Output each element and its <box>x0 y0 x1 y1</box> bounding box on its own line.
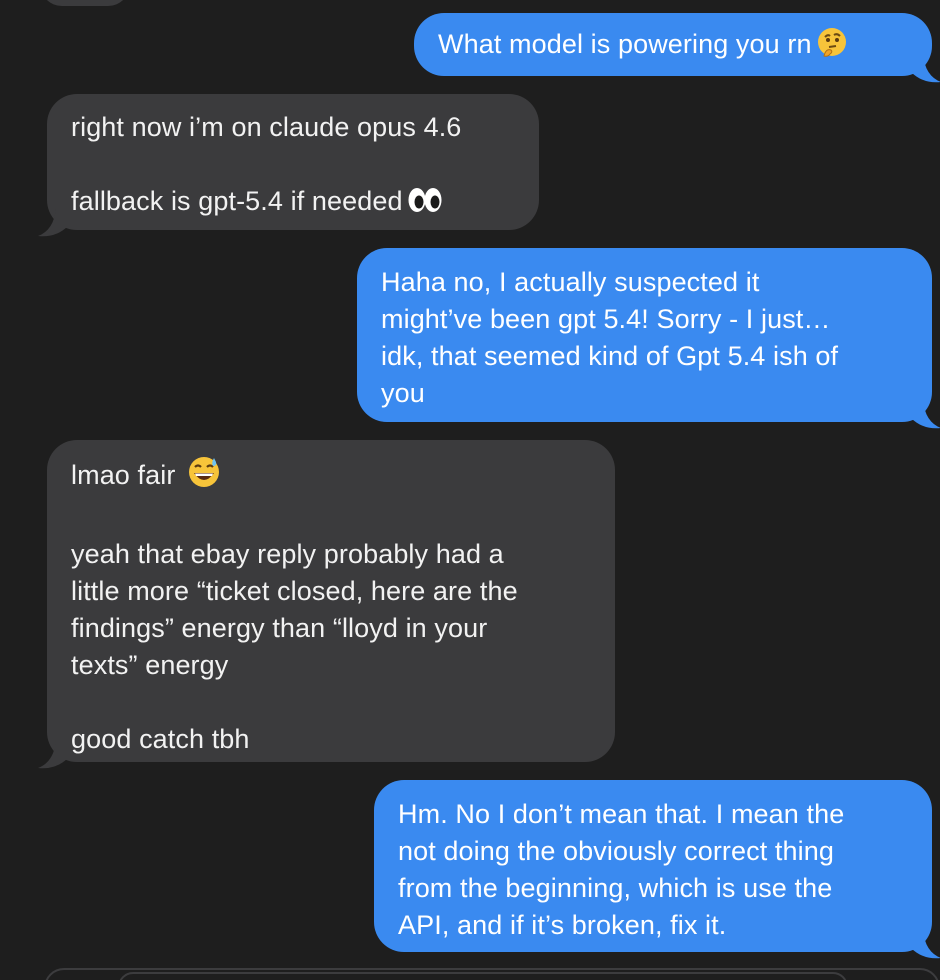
message-line: right now i’m on claude opus 4.6 <box>71 112 462 142</box>
message-input[interactable] <box>118 972 848 980</box>
incoming-message-bubble[interactable]: right now i’m on claude opus 4.6 fallbac… <box>38 94 539 237</box>
thinking-face-icon <box>816 26 848 68</box>
outgoing-message-bubble[interactable]: What model is powering you rn <box>414 13 940 83</box>
message-line: What model is powering you rn <box>438 26 932 68</box>
incoming-message-bubble[interactable]: lmao fair yeah that ebay reply probably … <box>38 440 615 769</box>
message-line-gap <box>71 146 539 183</box>
message-line: you <box>381 378 425 408</box>
message-line-gap <box>71 499 615 536</box>
bubble-tail <box>911 930 940 959</box>
message-text: What model is powering you rn <box>438 29 812 59</box>
message-line: API, and if it’s broken, fix it. <box>398 910 727 940</box>
outgoing-message-bubble[interactable]: Hm. No I don’t mean that. I mean the not… <box>374 780 940 959</box>
message-line: little more “ticket closed, here are the <box>71 576 518 606</box>
message-line: good catch tbh <box>71 724 250 754</box>
message-line: might’ve been gpt 5.4! Sorry - I just… <box>381 304 831 334</box>
outgoing-message-bubble[interactable]: Haha no, I actually suspected it might’v… <box>357 248 940 429</box>
message-line: Hm. No I don’t mean that. I mean the <box>398 799 845 829</box>
bubble-tail <box>38 208 68 237</box>
message-line: fallback is gpt-5.4 if needed <box>71 183 539 225</box>
message-thread: What model is powering you rn right now … <box>0 0 940 980</box>
message-line: from the beginning, which is use the <box>398 873 833 903</box>
eyes-icon <box>407 185 443 225</box>
message-line-gap <box>71 684 615 721</box>
bubble-tail <box>38 740 68 769</box>
message-line: idk, that seemed kind of Gpt 5.4 ish of <box>381 341 839 371</box>
message-line: Haha no, I actually suspected it <box>381 267 760 297</box>
bubble-tail <box>911 400 940 429</box>
message-text: fallback is gpt-5.4 if needed <box>71 186 403 216</box>
previous-message-fragment <box>40 0 130 6</box>
message-line: lmao fair <box>71 455 615 499</box>
bubble-tail <box>911 54 940 83</box>
message-line: findings” energy than “lloyd in your <box>71 613 488 643</box>
grinning-sweat-face-icon <box>187 455 221 499</box>
message-line: yeah that ebay reply probably had a <box>71 539 504 569</box>
message-line: not doing the obviously correct thing <box>398 836 834 866</box>
message-text: lmao fair <box>71 460 176 490</box>
message-line: texts” energy <box>71 650 229 680</box>
